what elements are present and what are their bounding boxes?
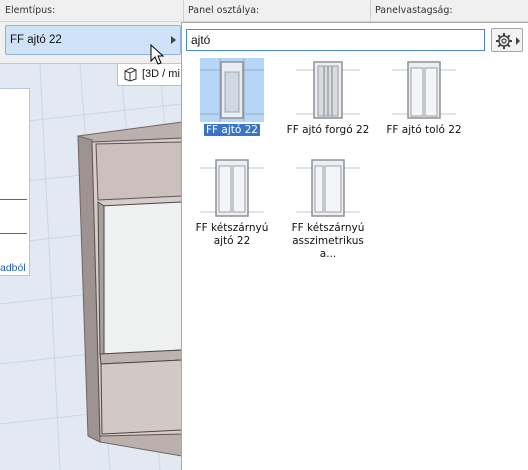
sliding-door-thumb-icon bbox=[392, 58, 456, 122]
library-item-label: FF ajtó 22 bbox=[203, 124, 260, 136]
cube-icon bbox=[124, 67, 137, 82]
header-divider bbox=[370, 0, 371, 22]
revolving-door-thumb-icon bbox=[296, 58, 360, 122]
left-info-panel: adból bbox=[0, 88, 30, 276]
panel-divider bbox=[0, 233, 27, 234]
library-item-label: FF kétszárnyú ajtó 22 bbox=[195, 222, 269, 247]
library-item-label: FF ajtó toló 22 bbox=[386, 124, 462, 136]
double-door-thumb-icon bbox=[200, 156, 264, 220]
dropdown-arrow-icon bbox=[516, 37, 520, 45]
library-item[interactable]: FF ajtó toló 22 bbox=[379, 58, 469, 138]
single-door-thumb-icon bbox=[200, 58, 264, 122]
library-item-label: FF kétszárnyú asszimetrikus a... bbox=[291, 222, 365, 260]
library-item[interactable]: FF kétszárnyú ajtó 22 bbox=[187, 156, 277, 252]
view-3d-tab[interactable]: [3D / mi bbox=[117, 64, 182, 86]
gear-icon bbox=[496, 33, 512, 49]
library-item[interactable]: FF ajtó forgó 22 bbox=[283, 58, 373, 138]
element-type-value: FF ajtó 22 bbox=[10, 34, 62, 46]
library-item-label: FF ajtó forgó 22 bbox=[286, 124, 370, 136]
settings-button[interactable] bbox=[491, 28, 523, 52]
library-item[interactable]: FF ajtó 22 bbox=[187, 58, 277, 138]
asymmetric-double-door-thumb-icon bbox=[296, 156, 360, 220]
search-input[interactable] bbox=[186, 29, 485, 51]
header-bar: Elemtípus: Panel osztálya: Panelvastagsá… bbox=[0, 0, 528, 22]
submenu-arrow-icon bbox=[171, 36, 176, 44]
header-divider bbox=[183, 0, 184, 22]
panel-class-header: Panel osztálya: bbox=[188, 5, 260, 16]
element-type-header: Elemtípus: bbox=[5, 5, 56, 16]
view-3d-tab-label: [3D / mi bbox=[142, 68, 180, 80]
panel-divider bbox=[0, 199, 27, 200]
panel-thickness-header: Panelvastagság: bbox=[375, 5, 453, 16]
library-item[interactable]: FF kétszárnyú asszimetrikus a... bbox=[283, 156, 373, 260]
mouse-pointer-icon bbox=[150, 44, 165, 65]
left-panel-link[interactable]: adból bbox=[0, 262, 26, 274]
